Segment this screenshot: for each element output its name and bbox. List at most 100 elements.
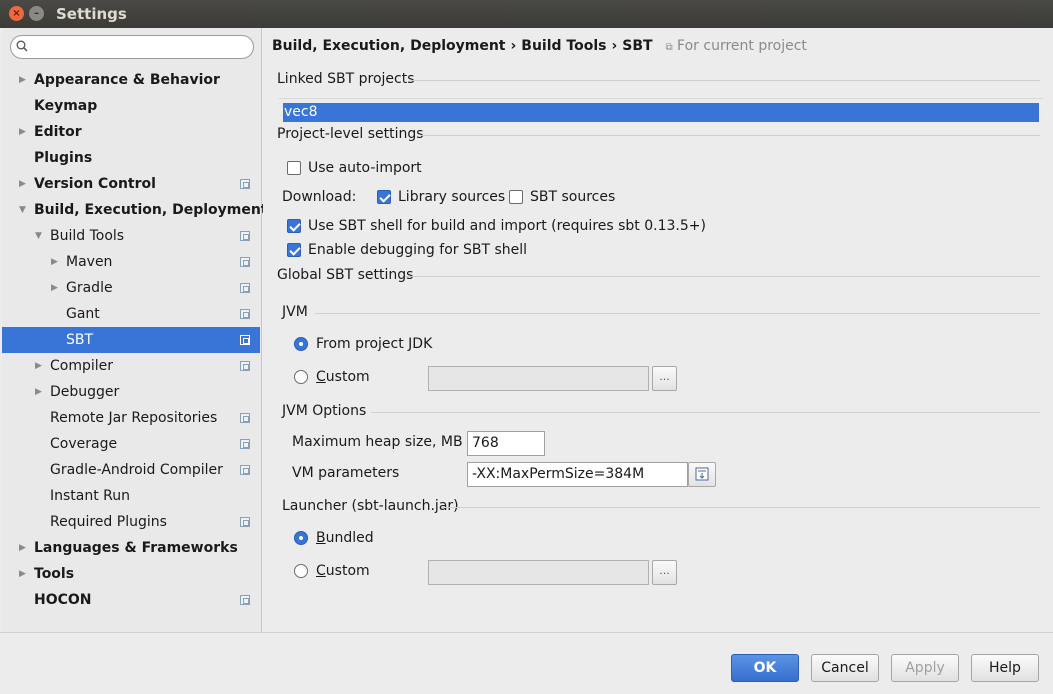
radio-circle[interactable] xyxy=(294,370,308,384)
chevron-right-icon[interactable]: ▶ xyxy=(51,275,58,301)
sidebar-item[interactable]: ▶ Tools xyxy=(2,561,260,587)
sidebar-item[interactable]: SBT xyxy=(2,327,260,353)
chevron-right-icon[interactable]: ▶ xyxy=(19,119,26,145)
project-scope-icon xyxy=(240,439,250,449)
checkbox-box[interactable] xyxy=(287,219,301,233)
checkbox-box[interactable] xyxy=(287,161,301,175)
from-project-jdk-radio[interactable]: From project JDK xyxy=(294,336,432,352)
project-scope-icon xyxy=(240,595,250,605)
vm-parameters-label: VM parameters xyxy=(292,465,400,481)
chevron-right-icon[interactable]: ▶ xyxy=(19,67,26,93)
checkbox-box[interactable] xyxy=(287,243,301,257)
sidebar-item-label: Version Control xyxy=(34,176,156,192)
linked-project-item[interactable]: vec8 xyxy=(283,103,1039,122)
custom-jdk-radio[interactable]: Custom xyxy=(294,369,370,385)
chevron-right-icon[interactable]: ▶ xyxy=(35,379,42,405)
project-scope-icon xyxy=(240,309,250,319)
browse-jdk-button[interactable]: ... xyxy=(652,366,677,391)
auto-import-checkbox[interactable]: Use auto-import xyxy=(287,160,422,176)
project-scope-icon xyxy=(240,413,250,423)
sidebar-item[interactable]: HOCON xyxy=(2,587,260,613)
sidebar-item[interactable]: Remote Jar Repositories xyxy=(2,405,260,431)
sidebar-item[interactable]: Instant Run xyxy=(2,483,260,509)
sidebar-item-label: Gant xyxy=(66,306,100,322)
project-scope-icon: ⧉ xyxy=(665,42,673,53)
apply-button[interactable]: Apply xyxy=(891,654,959,682)
section-divider xyxy=(410,80,1040,81)
vm-parameters-input[interactable]: -XX:MaxPermSize=384M xyxy=(467,462,688,487)
scope-label: For current project xyxy=(677,38,807,54)
window-title: Settings xyxy=(56,5,127,23)
project-scope-icon xyxy=(240,179,250,189)
sidebar-item[interactable]: ▶ Gradle xyxy=(2,275,260,301)
sbt-sources-checkbox[interactable]: SBT sources xyxy=(509,189,615,205)
chevron-down-icon[interactable]: ▼ xyxy=(35,223,42,249)
sidebar-item[interactable]: Required Plugins xyxy=(2,509,260,535)
custom-launcher-radio[interactable]: Custom xyxy=(294,563,370,579)
sidebar-item-label: SBT xyxy=(66,332,94,348)
enable-debugging-checkbox[interactable]: Enable debugging for SBT shell xyxy=(287,242,527,258)
checkbox-label: Library sources xyxy=(398,189,506,205)
radio-circle[interactable] xyxy=(294,564,308,578)
radio-circle[interactable] xyxy=(294,531,308,545)
help-button[interactable]: Help xyxy=(971,654,1039,682)
custom-launcher-field[interactable] xyxy=(428,560,649,585)
library-sources-checkbox[interactable]: Library sources xyxy=(377,189,505,205)
chevron-right-icon[interactable]: ▶ xyxy=(51,249,58,275)
sidebar-item[interactable]: ▶ Debugger xyxy=(2,379,260,405)
section-divider xyxy=(405,276,1040,277)
chevron-down-icon[interactable]: ▼ xyxy=(19,197,26,223)
checkbox-box[interactable] xyxy=(509,190,523,204)
download-label: Download: xyxy=(282,189,357,205)
section-divider xyxy=(315,313,1040,314)
chevron-right-icon[interactable]: ▶ xyxy=(19,561,26,587)
breadcrumb-current: SBT xyxy=(622,38,653,54)
radio-circle[interactable] xyxy=(294,337,308,351)
chevron-right-icon[interactable]: ▶ xyxy=(35,353,42,379)
search-input[interactable] xyxy=(10,35,254,59)
sidebar-item[interactable]: Gradle-Android Compiler xyxy=(2,457,260,483)
minimize-icon[interactable]: – xyxy=(29,6,44,21)
use-sbt-shell-checkbox[interactable]: Use SBT shell for build and import (requ… xyxy=(287,218,706,234)
project-scope-icon xyxy=(240,335,250,345)
sidebar-item[interactable]: Gant xyxy=(2,301,260,327)
sidebar-item[interactable]: Plugins xyxy=(2,145,260,171)
expand-vm-params-button[interactable] xyxy=(688,462,716,487)
radio-label: Custom xyxy=(316,563,370,579)
title-bar[interactable]: × – Settings xyxy=(0,0,1053,28)
sidebar-item[interactable]: ▶ Appearance & Behavior xyxy=(2,67,260,93)
bundled-launcher-radio[interactable]: Bundled xyxy=(294,530,374,546)
sidebar-item-label: Remote Jar Repositories xyxy=(50,410,218,426)
global-settings-title: Global SBT settings xyxy=(277,267,414,283)
checkbox-box[interactable] xyxy=(377,190,391,204)
sidebar-item[interactable]: ▼ Build Tools xyxy=(2,223,260,249)
ok-button[interactable]: OK xyxy=(731,654,799,682)
sidebar-item-label: Debugger xyxy=(50,384,120,400)
sidebar-item[interactable]: ▼ Build, Execution, Deployment xyxy=(2,197,268,223)
checkbox-label: Enable debugging for SBT shell xyxy=(308,242,528,258)
sidebar-item[interactable]: ▶ Maven xyxy=(2,249,260,275)
cancel-button[interactable]: Cancel xyxy=(811,654,879,682)
max-heap-input[interactable]: 768 xyxy=(467,431,545,456)
sidebar-item[interactable]: Coverage xyxy=(2,431,260,457)
checkbox-label: Use auto-import xyxy=(308,160,422,176)
chevron-right-icon[interactable]: ▶ xyxy=(19,535,26,561)
jvm-title: JVM xyxy=(282,304,308,320)
browse-launcher-button[interactable]: ... xyxy=(652,560,677,585)
settings-window: × – Settings ▶ Appearance & Behavior Keyma… xyxy=(0,0,1053,694)
search-icon xyxy=(16,40,28,52)
sidebar-item[interactable]: ▶ Version Control xyxy=(2,171,260,197)
breadcrumb-separator: › xyxy=(611,38,618,54)
sidebar-item[interactable]: Keymap xyxy=(2,93,260,119)
sidebar-item[interactable]: ▶ Compiler xyxy=(2,353,260,379)
sidebar-item-label: Languages & Frameworks xyxy=(34,540,238,556)
sidebar-item[interactable]: ▶ Languages & Frameworks xyxy=(2,535,260,561)
close-icon[interactable]: × xyxy=(9,6,24,21)
scope-indicator: ⧉ For current project xyxy=(665,38,806,54)
project-settings-title: Project-level settings xyxy=(277,126,424,142)
chevron-right-icon[interactable]: ▶ xyxy=(19,171,26,197)
custom-jdk-field[interactable] xyxy=(428,366,649,391)
breadcrumb-part: Build, Execution, Deployment xyxy=(272,38,506,54)
expand-icon xyxy=(695,467,709,481)
sidebar-item[interactable]: ▶ Editor xyxy=(2,119,260,145)
